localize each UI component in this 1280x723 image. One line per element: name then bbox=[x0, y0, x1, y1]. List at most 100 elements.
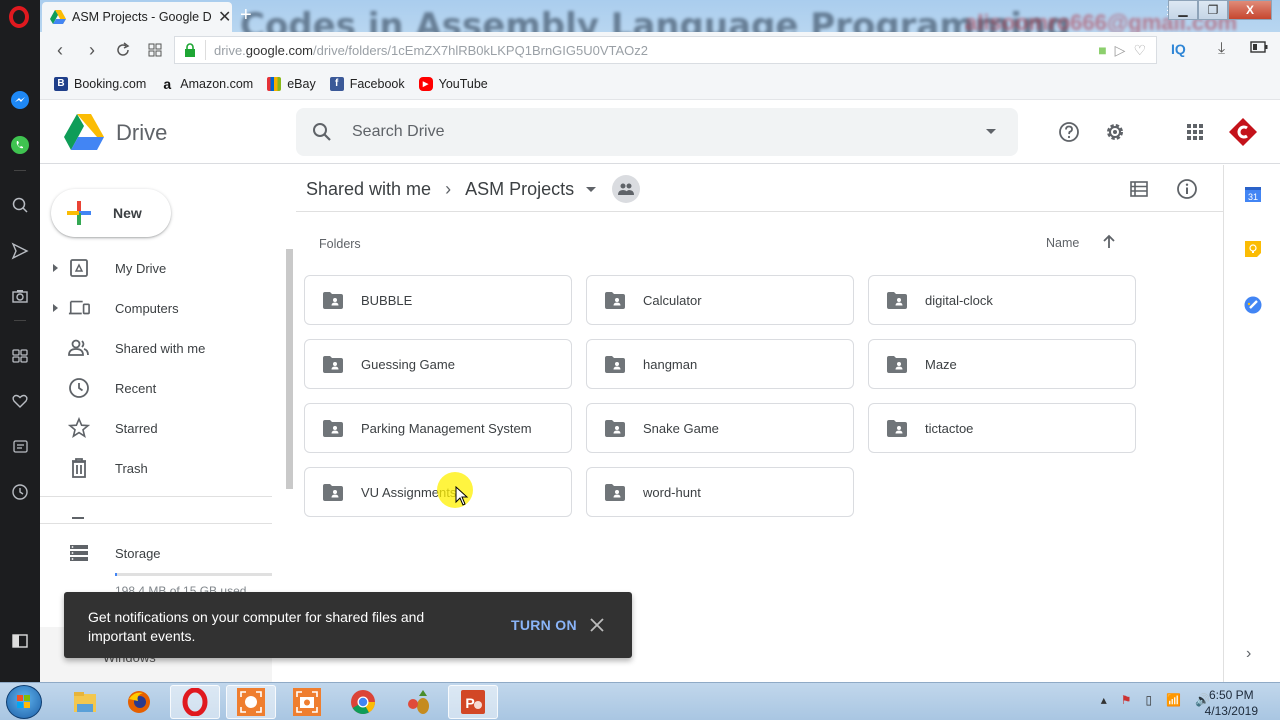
sort-by-name-button[interactable]: Name bbox=[1046, 236, 1079, 250]
nav-item-recent[interactable]: Recent bbox=[40, 368, 272, 408]
forward-button[interactable]: › bbox=[80, 38, 104, 62]
extension-cube-icon[interactable]: ■ bbox=[1098, 42, 1106, 59]
help-icon[interactable] bbox=[1057, 120, 1081, 144]
folder-menu-caret-icon[interactable] bbox=[586, 186, 597, 192]
nav-item-my-drive[interactable]: My Drive bbox=[40, 248, 272, 288]
booking-icon: B bbox=[54, 76, 68, 91]
network-signal-icon[interactable]: 📶 bbox=[1166, 693, 1181, 707]
list-view-icon[interactable] bbox=[1128, 178, 1150, 200]
search-options-caret-icon[interactable] bbox=[986, 129, 996, 134]
nav-scrollbar[interactable] bbox=[286, 249, 293, 489]
sidebar-toggle-icon[interactable] bbox=[9, 630, 31, 652]
expand-caret-icon[interactable] bbox=[53, 264, 58, 272]
battery-icon[interactable] bbox=[1250, 40, 1268, 58]
drive-app-title[interactable]: Drive bbox=[116, 120, 167, 146]
search-icon[interactable] bbox=[9, 194, 31, 216]
sort-ascending-arrow-icon[interactable] bbox=[1100, 233, 1118, 251]
tasks-icon[interactable] bbox=[1244, 296, 1262, 314]
send-icon[interactable] bbox=[9, 240, 31, 262]
settings-gear-icon[interactable] bbox=[1103, 120, 1127, 144]
nav-label: My Drive bbox=[115, 260, 167, 276]
shared-folder-icon bbox=[323, 420, 343, 437]
lock-icon bbox=[183, 43, 197, 57]
tabs-overview-button[interactable] bbox=[143, 38, 167, 62]
taskbar-screen-recorder[interactable] bbox=[226, 685, 276, 719]
taskbar-firefox[interactable] bbox=[114, 685, 164, 719]
opera-logo-icon[interactable] bbox=[9, 6, 29, 28]
storage-label: Storage bbox=[115, 545, 161, 561]
folder-item[interactable]: Guessing Game bbox=[304, 339, 572, 389]
tab-asm-projects[interactable]: ASM Projects - Google Dri ✕ bbox=[42, 2, 232, 32]
news-icon[interactable] bbox=[9, 436, 31, 458]
taskbar-screenshot-tool[interactable] bbox=[282, 685, 332, 719]
start-button[interactable] bbox=[6, 685, 42, 719]
drive-logo-icon[interactable] bbox=[64, 114, 104, 150]
iq-extension-button[interactable]: IQ bbox=[1171, 41, 1186, 57]
camera-icon[interactable] bbox=[9, 285, 31, 307]
action-center-flag-icon[interactable]: ⚑ bbox=[1121, 693, 1132, 707]
folder-item[interactable]: Calculator bbox=[586, 275, 854, 325]
history-icon[interactable] bbox=[9, 481, 31, 503]
nav-item-storage[interactable]: Storage bbox=[40, 533, 272, 573]
breadcrumb-shared-with-me[interactable]: Shared with me bbox=[306, 179, 431, 200]
account-avatar[interactable] bbox=[1229, 118, 1257, 146]
reload-button[interactable] bbox=[111, 38, 135, 62]
info-icon[interactable] bbox=[1176, 178, 1198, 200]
bookmark-youtube[interactable]: ▶ YouTube bbox=[418, 76, 488, 91]
minimize-button[interactable]: ▁ bbox=[1168, 0, 1198, 20]
folder-item[interactable]: BUBBLE bbox=[304, 275, 572, 325]
search-icon[interactable] bbox=[310, 120, 334, 144]
turn-on-notifications-button[interactable]: TURN ON bbox=[511, 617, 577, 633]
taskbar-opera[interactable] bbox=[170, 685, 220, 719]
battery-tray-icon[interactable]: ▯ bbox=[1145, 693, 1152, 707]
nav-item-shared-with-me[interactable]: Shared with me bbox=[40, 328, 272, 368]
download-icon[interactable]: ⤓ bbox=[1218, 40, 1225, 58]
back-button[interactable]: ‹ bbox=[48, 38, 72, 62]
send-to-flow-icon[interactable]: ▷ bbox=[1115, 42, 1126, 59]
nav-item-starred[interactable]: Starred bbox=[40, 408, 272, 448]
folder-item[interactable]: Snake Game bbox=[586, 403, 854, 453]
folder-item[interactable]: tictactoe bbox=[868, 403, 1136, 453]
expand-side-panel-chevron-icon[interactable]: › bbox=[1246, 645, 1251, 663]
bookmark-amazon[interactable]: a Amazon.com bbox=[160, 76, 253, 92]
google-apps-icon[interactable] bbox=[1183, 120, 1207, 144]
taskbar-clock[interactable]: 6:50 PM 4/13/2019 bbox=[1205, 687, 1258, 719]
bookmarks-heart-icon[interactable] bbox=[9, 390, 31, 412]
reload-icon bbox=[117, 42, 130, 56]
messenger-icon[interactable] bbox=[9, 89, 31, 111]
snackbar-close-icon[interactable] bbox=[588, 616, 606, 634]
breadcrumb: Shared with me › ASM Projects bbox=[306, 175, 641, 203]
taskbar-powerpoint[interactable]: P bbox=[448, 685, 498, 719]
folder-item[interactable]: word-hunt bbox=[586, 467, 854, 517]
system-tray: ▴ ⚑ ▯ 📶 🔊 bbox=[1101, 693, 1210, 707]
keep-icon[interactable] bbox=[1244, 240, 1262, 258]
bookmark-booking[interactable]: B Booking.com bbox=[54, 76, 146, 91]
taskbar-app-pineapple[interactable] bbox=[394, 685, 444, 719]
taskbar-chrome[interactable] bbox=[338, 685, 388, 719]
nav-item-trash[interactable]: Trash bbox=[40, 448, 272, 488]
nav-item-computers[interactable]: Computers bbox=[40, 288, 272, 328]
snackbar-message: Get notifications on your computer for s… bbox=[88, 609, 425, 644]
url-input[interactable]: drive.google.com/drive/folders/1cEmZX7hl… bbox=[174, 36, 1157, 64]
new-button[interactable]: New bbox=[51, 189, 171, 237]
speed-dial-icon[interactable] bbox=[9, 345, 31, 367]
notification-snackbar: Get notifications on your computer for s… bbox=[64, 592, 632, 658]
restore-button[interactable]: ❐ bbox=[1198, 0, 1228, 20]
window-close-button[interactable]: X bbox=[1228, 0, 1272, 20]
whatsapp-icon[interactable] bbox=[9, 134, 31, 156]
folder-item[interactable]: Maze bbox=[868, 339, 1136, 389]
folder-item[interactable]: Parking Management System bbox=[304, 403, 572, 453]
breadcrumb-current-folder[interactable]: ASM Projects bbox=[465, 179, 574, 200]
taskbar-file-explorer[interactable] bbox=[60, 685, 110, 719]
expand-caret-icon[interactable] bbox=[53, 304, 58, 312]
new-tab-button[interactable]: + bbox=[240, 4, 252, 27]
bookmark-facebook[interactable]: f Facebook bbox=[329, 76, 405, 91]
bookmark-ebay[interactable]: eBay bbox=[267, 76, 316, 91]
folder-item[interactable]: digital-clock bbox=[868, 275, 1136, 325]
calendar-icon[interactable]: 31 bbox=[1244, 185, 1262, 203]
tab-close-icon[interactable]: ✕ bbox=[218, 7, 231, 27]
bookmark-heart-icon[interactable]: ♡ bbox=[1133, 42, 1146, 59]
folder-item[interactable]: hangman bbox=[586, 339, 854, 389]
search-drive-input[interactable]: Search Drive bbox=[296, 108, 1018, 156]
show-hidden-icons-button[interactable]: ▴ bbox=[1101, 693, 1107, 707]
